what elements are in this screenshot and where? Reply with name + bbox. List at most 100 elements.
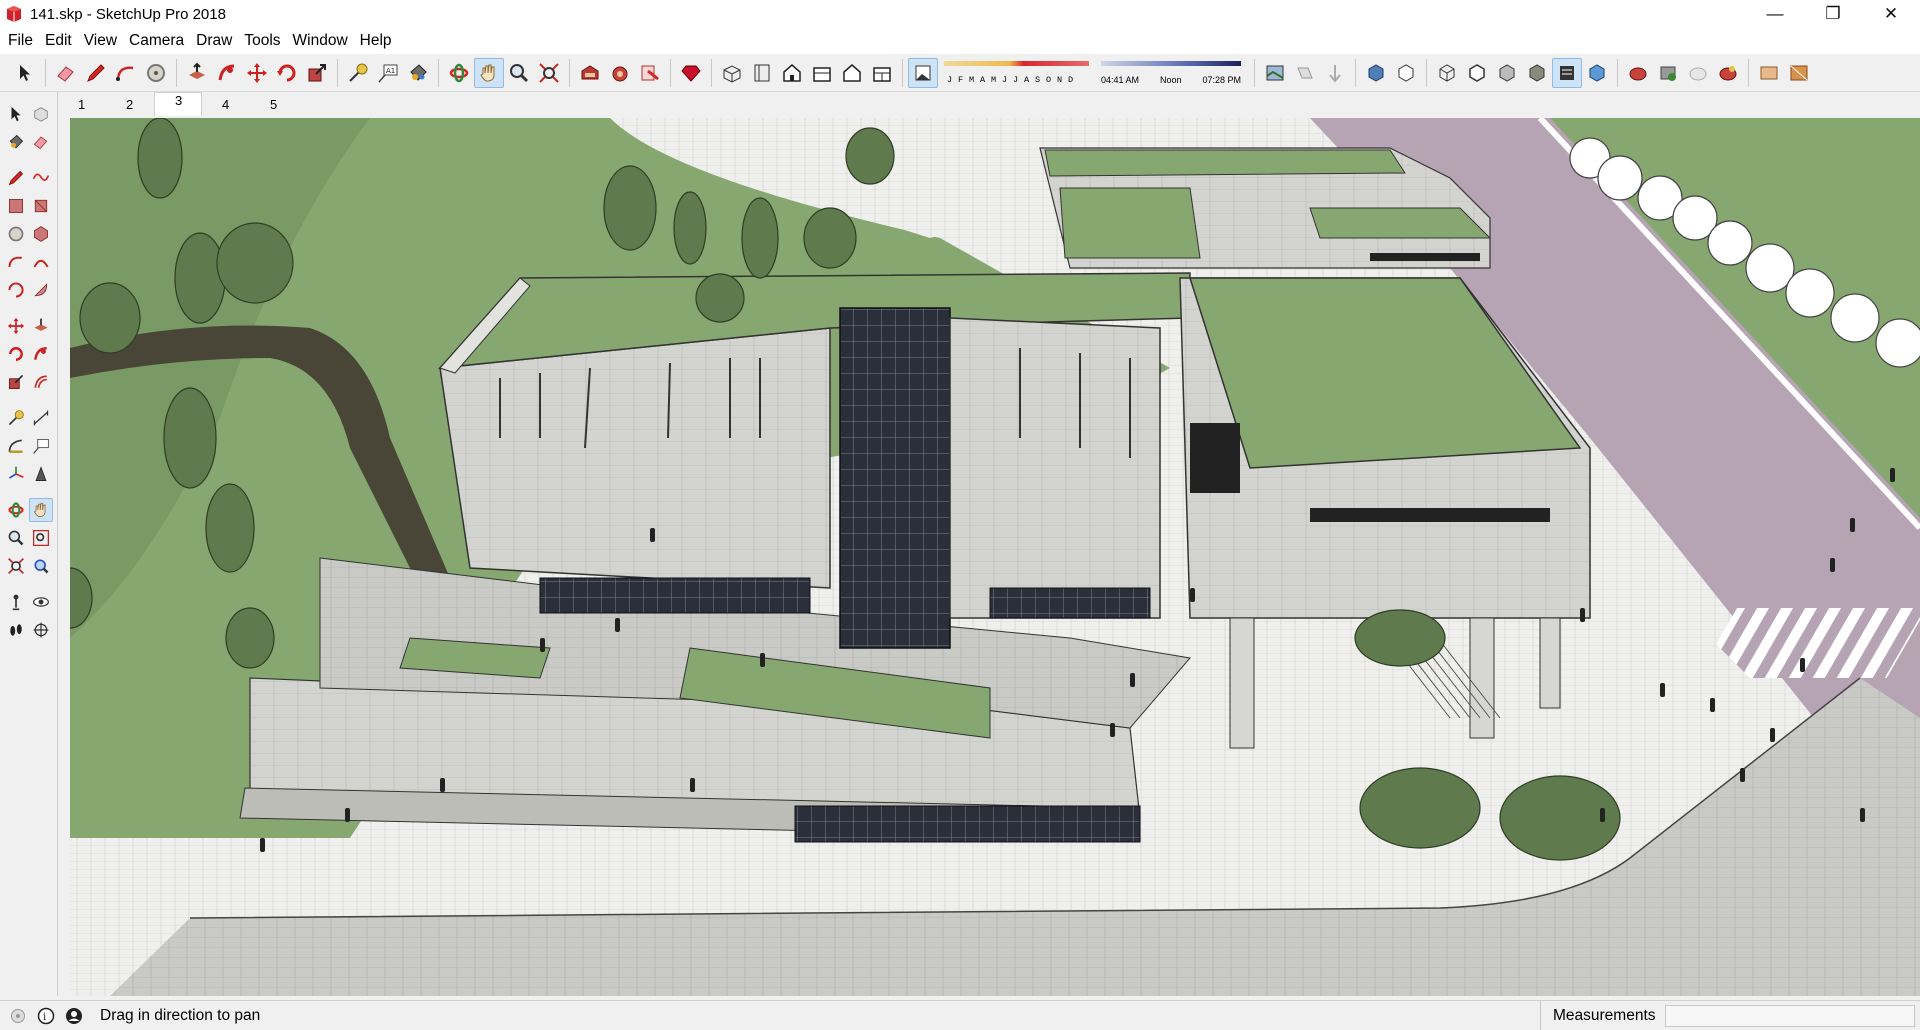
circle-tool-icon[interactable]	[4, 222, 28, 246]
paint-bucket-icon[interactable]	[403, 58, 433, 88]
left-view-icon[interactable]	[867, 58, 897, 88]
iso-view-icon[interactable]	[717, 58, 747, 88]
credits-icon[interactable]: i	[36, 1006, 56, 1026]
scene-tab-1[interactable]: 1	[58, 94, 106, 116]
arc-icon[interactable]	[111, 58, 141, 88]
user-account-icon[interactable]	[64, 1006, 84, 1026]
wireframe-icon[interactable]	[1432, 58, 1462, 88]
position-camera-tool-icon[interactable]	[4, 590, 28, 614]
back-edges-icon[interactable]	[1391, 58, 1421, 88]
shadow-time-slider[interactable]: 04:41 AM Noon 07:28 PM	[1101, 60, 1241, 85]
section-plane-icon[interactable]	[1290, 58, 1320, 88]
zoom-extents-icon[interactable]	[534, 58, 564, 88]
make-component-icon[interactable]	[29, 102, 53, 126]
maximize-button[interactable]: ❐	[1804, 0, 1862, 28]
monochrome-icon[interactable]	[1552, 57, 1582, 88]
ruby-icon[interactable]	[676, 58, 706, 88]
scene-tab-2[interactable]: 2	[106, 94, 154, 116]
push-pull-icon[interactable]	[182, 58, 212, 88]
styles-icon[interactable]	[1582, 58, 1612, 88]
materials-icon[interactable]	[1754, 58, 1784, 88]
geo-location-icon[interactable]	[8, 1006, 28, 1026]
previous-view-tool-icon[interactable]	[29, 554, 53, 578]
axes-tool-icon[interactable]	[4, 462, 28, 486]
hidden-line-icon[interactable]	[1462, 58, 1492, 88]
section-display-icon[interactable]	[1320, 58, 1350, 88]
menu-draw[interactable]: Draw	[190, 32, 238, 50]
back-view-icon[interactable]	[837, 58, 867, 88]
menu-camera[interactable]: Camera	[123, 32, 190, 50]
shadow-date-strip[interactable]	[944, 60, 1089, 66]
circle-icon[interactable]	[141, 58, 171, 88]
scale-icon[interactable]	[302, 58, 332, 88]
tape-measure-icon[interactable]	[343, 58, 373, 88]
extension-icon[interactable]	[605, 58, 635, 88]
tape-measure-tool-icon[interactable]	[4, 406, 28, 430]
photo-textures-icon[interactable]	[1784, 58, 1814, 88]
front-view-icon[interactable]	[777, 58, 807, 88]
layout-icon[interactable]	[635, 58, 665, 88]
paint-bucket-tool-icon[interactable]	[4, 130, 28, 154]
3d-text-tool-icon[interactable]	[29, 462, 53, 486]
text-icon[interactable]: A1	[373, 58, 403, 88]
orbit-icon[interactable]	[444, 58, 474, 88]
close-button[interactable]: ✕	[1862, 0, 1920, 28]
menu-window[interactable]: Window	[287, 32, 354, 50]
zoom-tool-icon[interactable]	[4, 526, 28, 550]
dimension-tool-icon[interactable]	[29, 406, 53, 430]
arc-tool-icon[interactable]	[4, 250, 28, 274]
move-tool-icon[interactable]	[4, 314, 28, 338]
shaded-textures-icon[interactable]	[1522, 58, 1552, 88]
select-icon[interactable]	[10, 58, 40, 88]
pan-tool-icon[interactable]	[29, 498, 53, 522]
follow-me-tool-icon[interactable]	[29, 342, 53, 366]
pencil-icon[interactable]	[81, 58, 111, 88]
move-icon[interactable]	[242, 58, 272, 88]
sandbox-icon[interactable]	[1653, 58, 1683, 88]
zoom-icon[interactable]	[504, 58, 534, 88]
right-view-icon[interactable]	[807, 58, 837, 88]
text-tool-icon[interactable]	[29, 434, 53, 458]
component-options-icon[interactable]	[1683, 58, 1713, 88]
zoom-window-tool-icon[interactable]	[29, 526, 53, 550]
warehouse-icon[interactable]	[575, 58, 605, 88]
scale-tool-icon[interactable]	[4, 370, 28, 394]
shadow-time-strip[interactable]	[1101, 60, 1241, 66]
minimize-button[interactable]: —	[1746, 0, 1804, 28]
pan-icon[interactable]	[474, 57, 504, 88]
rotated-rectangle-tool-icon[interactable]	[29, 194, 53, 218]
menu-view[interactable]: View	[78, 32, 123, 50]
shadow-date-slider[interactable]: J F M A M J J A S O N D	[944, 60, 1089, 85]
rotate-tool-icon[interactable]	[4, 342, 28, 366]
protractor-tool-icon[interactable]	[4, 434, 28, 458]
rectangle-tool-icon[interactable]	[4, 194, 28, 218]
solid-tools-icon[interactable]	[1623, 58, 1653, 88]
top-view-icon[interactable]	[747, 58, 777, 88]
scene-tab-3[interactable]: 3	[154, 92, 202, 116]
shaded-icon[interactable]	[1492, 58, 1522, 88]
line-tool-icon[interactable]	[4, 166, 28, 190]
eraser-tool-icon[interactable]	[29, 130, 53, 154]
xray-icon[interactable]	[1361, 58, 1391, 88]
model-viewport[interactable]	[70, 118, 1920, 996]
freehand-tool-icon[interactable]	[29, 166, 53, 190]
orbit-tool-icon[interactable]	[4, 498, 28, 522]
offset-tool-icon[interactable]	[29, 370, 53, 394]
polygon-tool-icon[interactable]	[29, 222, 53, 246]
match-photo-icon[interactable]	[1260, 58, 1290, 88]
scene-tab-5[interactable]: 5	[250, 94, 298, 116]
menu-file[interactable]: File	[2, 32, 39, 50]
scene-tab-4[interactable]: 4	[202, 94, 250, 116]
menu-help[interactable]: Help	[354, 32, 398, 50]
menu-tools[interactable]: Tools	[238, 32, 286, 50]
model-scene[interactable]	[70, 118, 1920, 996]
select-tool-icon[interactable]	[4, 102, 28, 126]
two-point-arc-tool-icon[interactable]	[29, 250, 53, 274]
section-plane-tool-icon[interactable]	[29, 618, 53, 642]
menu-edit[interactable]: Edit	[39, 32, 78, 50]
three-point-arc-tool-icon[interactable]	[4, 278, 28, 302]
eraser-icon[interactable]	[51, 58, 81, 88]
measurements-input[interactable]	[1665, 1005, 1915, 1027]
walk-tool-icon[interactable]	[4, 618, 28, 642]
shadows-toggle-icon[interactable]	[908, 57, 938, 88]
